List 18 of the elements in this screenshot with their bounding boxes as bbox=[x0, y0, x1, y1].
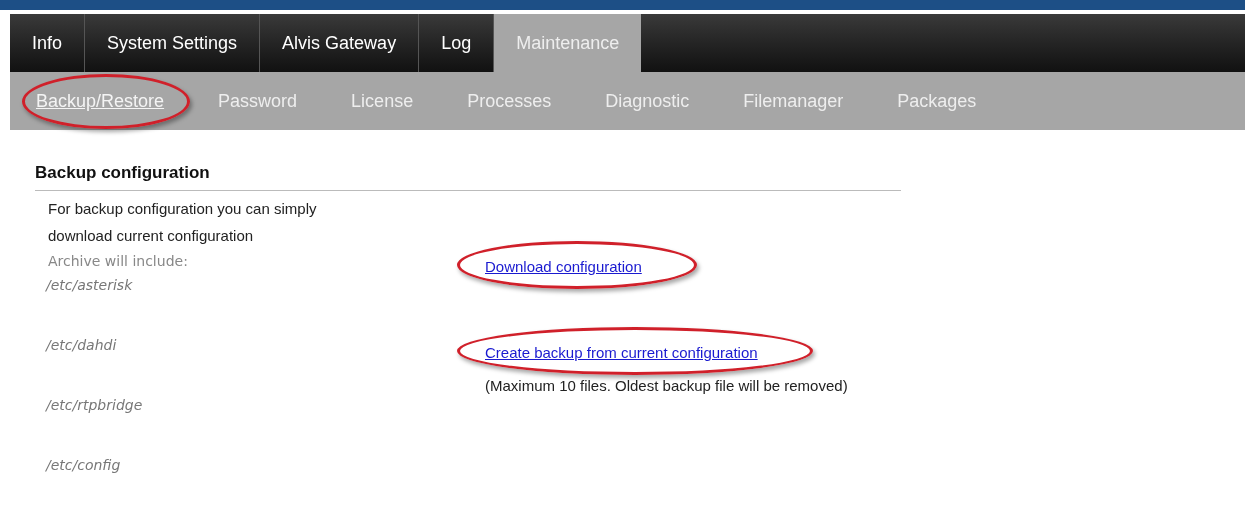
path-text: /etc/rtpbridge bbox=[46, 395, 144, 415]
path-text: /etc/dahdi bbox=[46, 335, 118, 355]
nav-link[interactable]: License bbox=[351, 90, 414, 111]
nav-link[interactable]: Processes bbox=[467, 90, 552, 111]
description-text: For backup configuration you can simply download current configuration bbox=[48, 198, 318, 246]
archive-label: Archive will include: bbox=[48, 251, 189, 271]
nav-tab[interactable]: Maintenance bbox=[494, 14, 642, 72]
path-text: /etc/config bbox=[46, 455, 122, 475]
nav-link[interactable]: Password bbox=[218, 90, 298, 111]
nav-link[interactable]: Diagnostic bbox=[605, 90, 690, 111]
note-text: (Maximum 10 files. Oldest backup file will be removed) bbox=[485, 375, 849, 396]
action-link[interactable]: Download configuration bbox=[485, 257, 642, 275]
section-title: Backup configuration bbox=[35, 160, 901, 191]
nav-link[interactable]: Packages bbox=[897, 90, 977, 111]
nav-link[interactable]: Filemanager bbox=[743, 90, 844, 111]
action-link[interactable]: Create backup from current configuration bbox=[485, 343, 758, 361]
nav-link[interactable]: Backup/Restore bbox=[36, 90, 165, 111]
path-text: /etc/asterisk bbox=[46, 275, 134, 295]
